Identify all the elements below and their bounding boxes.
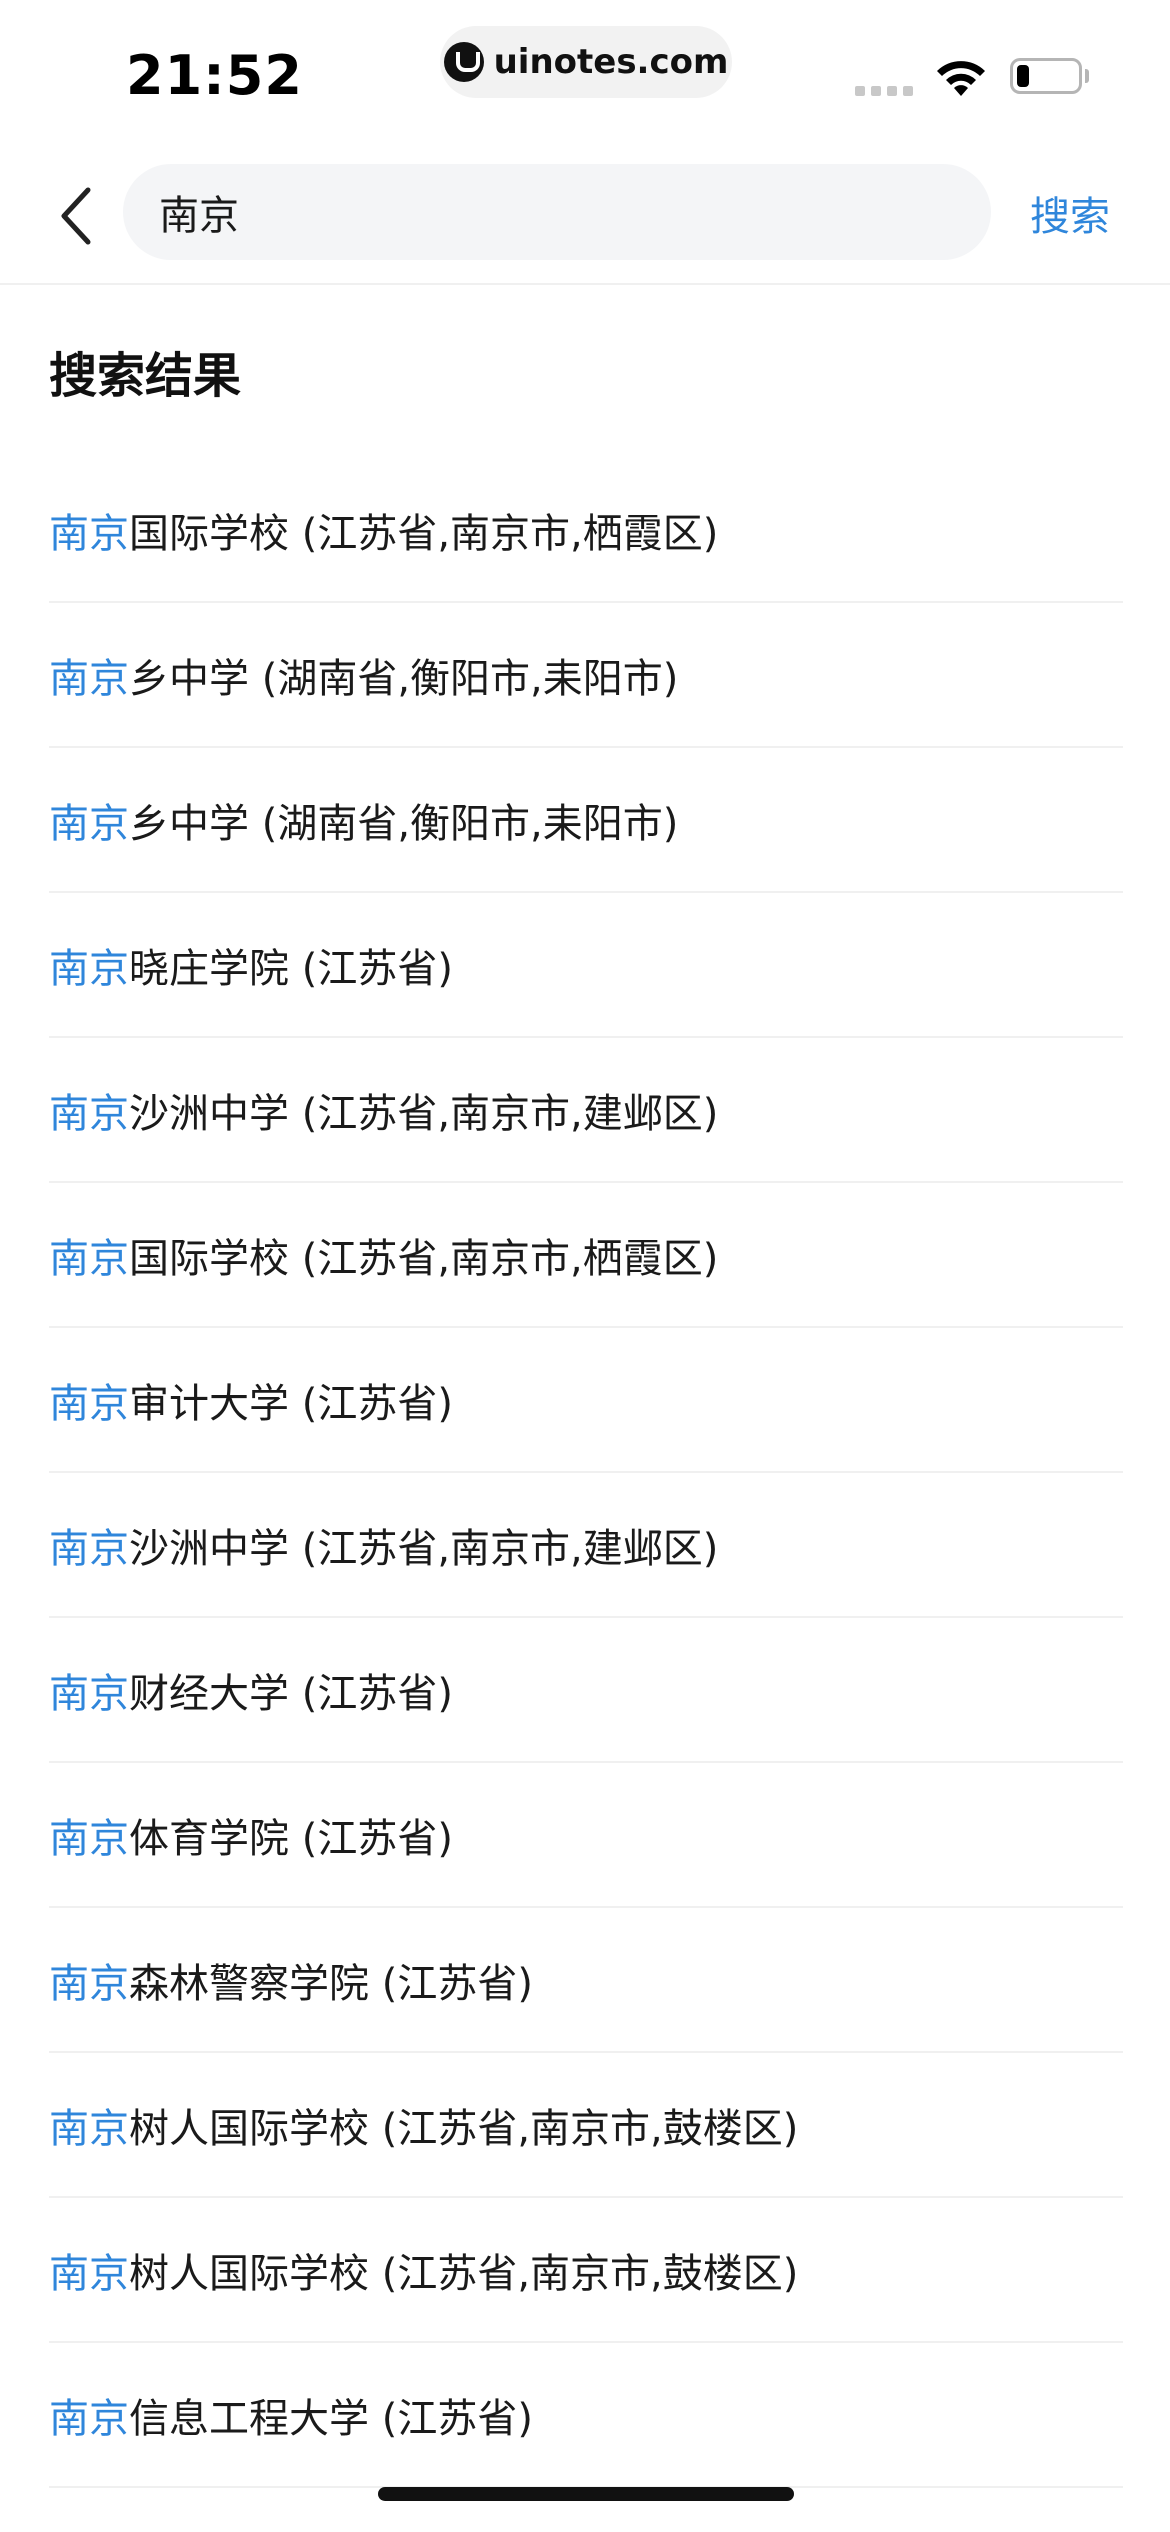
list-item[interactable]: 南京沙洲中学 (江苏省,南京市,建邺区) xyxy=(49,1473,1123,1618)
status-time: 21:52 xyxy=(126,44,303,107)
list-item[interactable]: 南京财经大学 (江苏省) xyxy=(49,1618,1123,1763)
list-item[interactable]: 南京国际学校 (江苏省,南京市,栖霞区) xyxy=(49,1183,1123,1328)
list-item[interactable]: 南京体育学院 (江苏省) xyxy=(49,1763,1123,1908)
result-text: 国际学校 (江苏省,南京市,栖霞区) xyxy=(129,510,719,557)
result-text: 乡中学 (湖南省,衡阳市,耒阳市) xyxy=(129,655,679,702)
list-item[interactable]: 南京信息工程大学 (江苏省) xyxy=(49,2343,1123,2488)
list-item[interactable]: 南京国际学校 (江苏省,南京市,栖霞区) xyxy=(49,458,1123,603)
match-highlight: 南京 xyxy=(49,655,129,702)
match-highlight: 南京 xyxy=(49,1380,129,1427)
match-highlight: 南京 xyxy=(49,1525,129,1572)
result-text: 树人国际学校 (江苏省,南京市,鼓楼区) xyxy=(129,2105,799,2152)
home-indicator[interactable] xyxy=(378,2487,794,2501)
chevron-left-icon xyxy=(61,187,91,245)
results-list: 南京国际学校 (江苏省,南京市,栖霞区) 南京乡中学 (湖南省,衡阳市,耒阳市)… xyxy=(0,458,1170,2488)
wifi-icon xyxy=(937,61,985,96)
battery-icon xyxy=(1010,58,1082,94)
match-highlight: 南京 xyxy=(49,800,129,847)
result-text: 审计大学 (江苏省) xyxy=(129,1380,453,1427)
results-title: 搜索结果 xyxy=(49,348,242,404)
result-text: 信息工程大学 (江苏省) xyxy=(129,2395,533,2442)
result-text: 乡中学 (湖南省,衡阳市,耒阳市) xyxy=(129,800,679,847)
match-highlight: 南京 xyxy=(49,510,129,557)
list-item[interactable]: 南京乡中学 (湖南省,衡阳市,耒阳市) xyxy=(49,748,1123,893)
cellular-signal-icon xyxy=(855,86,913,96)
url-text: uinotes.com xyxy=(493,42,729,82)
battery-cap xyxy=(1085,69,1089,83)
status-bar: 21:52 uinotes.com xyxy=(0,0,1170,150)
search-input[interactable] xyxy=(159,164,959,260)
match-highlight: 南京 xyxy=(49,1670,129,1717)
search-box xyxy=(123,164,991,260)
match-highlight: 南京 xyxy=(49,1090,129,1137)
match-highlight: 南京 xyxy=(49,1815,129,1862)
result-text: 晓庄学院 (江苏省) xyxy=(129,945,453,992)
match-highlight: 南京 xyxy=(49,1235,129,1282)
list-item[interactable]: 南京树人国际学校 (江苏省,南京市,鼓楼区) xyxy=(49,2053,1123,2198)
match-highlight: 南京 xyxy=(49,2250,129,2297)
list-item[interactable]: 南京树人国际学校 (江苏省,南京市,鼓楼区) xyxy=(49,2198,1123,2343)
match-highlight: 南京 xyxy=(49,2395,129,2442)
url-pill: uinotes.com xyxy=(440,26,732,98)
result-text: 财经大学 (江苏省) xyxy=(129,1670,453,1717)
result-text: 沙洲中学 (江苏省,南京市,建邺区) xyxy=(129,1525,719,1572)
match-highlight: 南京 xyxy=(49,945,129,992)
list-item[interactable]: 南京沙洲中学 (江苏省,南京市,建邺区) xyxy=(49,1038,1123,1183)
result-text: 沙洲中学 (江苏省,南京市,建邺区) xyxy=(129,1090,719,1137)
list-item[interactable]: 南京晓庄学院 (江苏省) xyxy=(49,893,1123,1038)
list-item[interactable]: 南京审计大学 (江苏省) xyxy=(49,1328,1123,1473)
result-text: 森林警察学院 (江苏省) xyxy=(129,1960,533,2007)
result-text: 国际学校 (江苏省,南京市,栖霞区) xyxy=(129,1235,719,1282)
result-text: 树人国际学校 (江苏省,南京市,鼓楼区) xyxy=(129,2250,799,2297)
result-text: 体育学院 (江苏省) xyxy=(129,1815,453,1862)
uinotes-logo-icon xyxy=(443,42,484,82)
match-highlight: 南京 xyxy=(49,2105,129,2152)
search-header: 搜索 xyxy=(0,150,1170,285)
list-item[interactable]: 南京森林警察学院 (江苏省) xyxy=(49,1908,1123,2053)
list-item[interactable]: 南京乡中学 (湖南省,衡阳市,耒阳市) xyxy=(49,603,1123,748)
search-button[interactable]: 搜索 xyxy=(1030,184,1110,242)
match-highlight: 南京 xyxy=(49,1960,129,2007)
back-button[interactable] xyxy=(46,178,106,254)
